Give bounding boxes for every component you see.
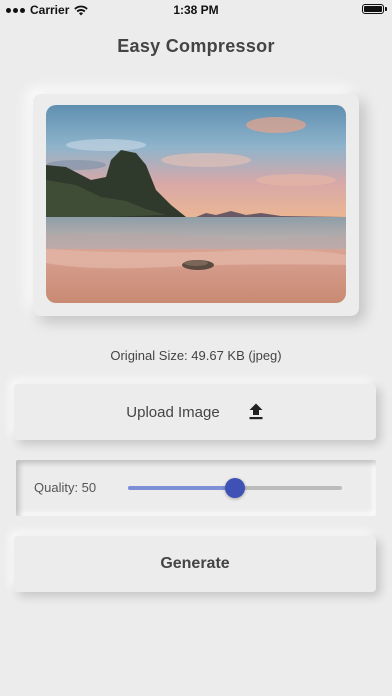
status-bar: Carrier 1:38 PM — [0, 0, 392, 20]
app-title: Easy Compressor — [117, 36, 275, 56]
quality-label: Quality: 50 — [34, 480, 97, 495]
image-preview-card — [33, 94, 359, 316]
generate-button[interactable]: Generate — [14, 536, 376, 592]
quality-slider[interactable] — [128, 478, 342, 498]
slider-fill — [128, 486, 235, 490]
slider-thumb[interactable] — [225, 478, 245, 498]
upload-button-label: Upload Image — [126, 403, 220, 421]
quality-card: Quality: 50 — [16, 460, 376, 516]
upload-image-button[interactable]: Upload Image — [14, 384, 376, 440]
beach-photo — [46, 105, 346, 303]
upload-icon — [249, 403, 263, 420]
preview-image — [46, 105, 346, 303]
status-time: 1:38 PM — [173, 3, 219, 17]
battery-icon — [362, 4, 387, 14]
original-size-text: Original Size: 49.67 KB (jpeg) — [110, 348, 282, 363]
